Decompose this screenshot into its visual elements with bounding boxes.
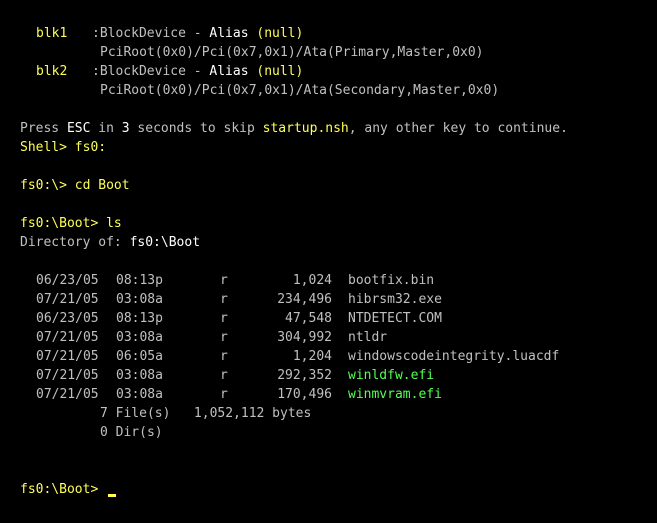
file-size: 1,204	[292, 349, 332, 364]
file-date: 06/23/05	[36, 273, 99, 288]
file-name: winldfw.efi	[348, 368, 435, 383]
file-date: 07/21/05	[36, 387, 99, 402]
alias-value: (null)	[256, 64, 304, 79]
esc-key-label: ESC	[66, 121, 91, 136]
device-path-text: PciRoot(0x0)/Pci(0x7,0x1)/Ata(Primary,Ma…	[100, 45, 484, 60]
alias-label: Alias	[209, 26, 249, 41]
file-name: windowscodeintegrity.luacdf	[348, 349, 560, 364]
file-time: 08:13p	[116, 311, 163, 326]
shell-prompt: fs0:\>	[20, 178, 75, 193]
file-name: ntldr	[348, 330, 388, 345]
text-cursor	[108, 494, 116, 497]
command-line-ls: fs0:\Boot> ls	[20, 214, 122, 233]
device-path-text: PciRoot(0x0)/Pci(0x7,0x1)/Ata(Secondary,…	[100, 83, 500, 98]
directory-path: fs0:\Boot	[129, 235, 201, 250]
shell-prompt-line: Shell> fs0:	[20, 140, 107, 155]
file-size: 234,496	[277, 292, 332, 307]
final-prompt: fs0:\Boot>	[20, 482, 107, 497]
countdown-seconds: 3	[121, 121, 130, 136]
block-device-name: blk1	[36, 26, 68, 41]
block-device-type: :BlockDevice -	[92, 64, 210, 79]
file-size: 47,548	[285, 311, 332, 326]
command-text: cd Boot	[74, 178, 130, 193]
command-line-cd: fs0:\> cd Boot	[20, 176, 130, 195]
file-date: 07/21/05	[36, 349, 99, 364]
file-time: 03:08a	[116, 330, 163, 345]
file-count-summary: 7 File(s) 1,052,112 bytes	[100, 406, 312, 421]
startup-message: Press ESC in 3 seconds to skip startup.n…	[20, 119, 568, 138]
startup-text: , any other key to continue.	[348, 121, 568, 136]
startup-script-name: startup.nsh	[262, 121, 349, 136]
directory-header: Directory of: fs0:\Boot	[20, 233, 200, 252]
file-time: 03:08a	[116, 292, 163, 307]
block-device-path: PciRoot(0x0)/Pci(0x7,0x1)/Ata(Secondary,…	[100, 81, 499, 100]
alias-label: Alias	[209, 64, 249, 79]
block-device-name: blk2	[36, 64, 68, 79]
file-size: 292,352	[277, 368, 332, 383]
file-name: winmvram.efi	[348, 387, 442, 402]
block-device-type: :BlockDevice -	[92, 26, 210, 41]
startup-text: Press	[20, 121, 67, 136]
efi-shell-terminal[interactable]: blk1 :BlockDevice - Alias (null) PciRoot…	[0, 0, 657, 523]
directory-label: Directory of:	[20, 235, 130, 250]
file-time: 03:08a	[116, 387, 163, 402]
block-device-type-line: :BlockDevice - Alias (null)	[92, 24, 303, 43]
alias-value: (null)	[256, 26, 304, 41]
block-device-type-line: :BlockDevice - Alias (null)	[92, 62, 303, 81]
file-name: hibrsm32.exe	[348, 292, 442, 307]
block-device-line: blk2	[36, 62, 67, 81]
file-size: 170,496	[277, 387, 332, 402]
command-text: ls	[106, 216, 122, 231]
file-name: NTDETECT.COM	[348, 311, 442, 326]
block-device-line: blk1	[36, 24, 67, 43]
file-date: 06/23/05	[36, 311, 99, 326]
file-date: 07/21/05	[36, 292, 99, 307]
file-time: 08:13p	[116, 273, 163, 288]
file-date: 07/21/05	[36, 330, 99, 345]
startup-text: in	[90, 121, 122, 136]
block-device-path: PciRoot(0x0)/Pci(0x7,0x1)/Ata(Primary,Ma…	[100, 43, 484, 62]
file-size: 304,992	[277, 330, 332, 345]
file-name: bootfix.bin	[348, 273, 435, 288]
file-time: 06:05a	[116, 349, 163, 364]
shell-prompt: fs0:\Boot>	[20, 216, 107, 231]
file-date: 07/21/05	[36, 368, 99, 383]
file-size: 1,024	[292, 273, 332, 288]
startup-text: seconds to skip	[129, 121, 263, 136]
file-time: 03:08a	[116, 368, 163, 383]
dir-count-summary: 0 Dir(s)	[100, 425, 163, 440]
